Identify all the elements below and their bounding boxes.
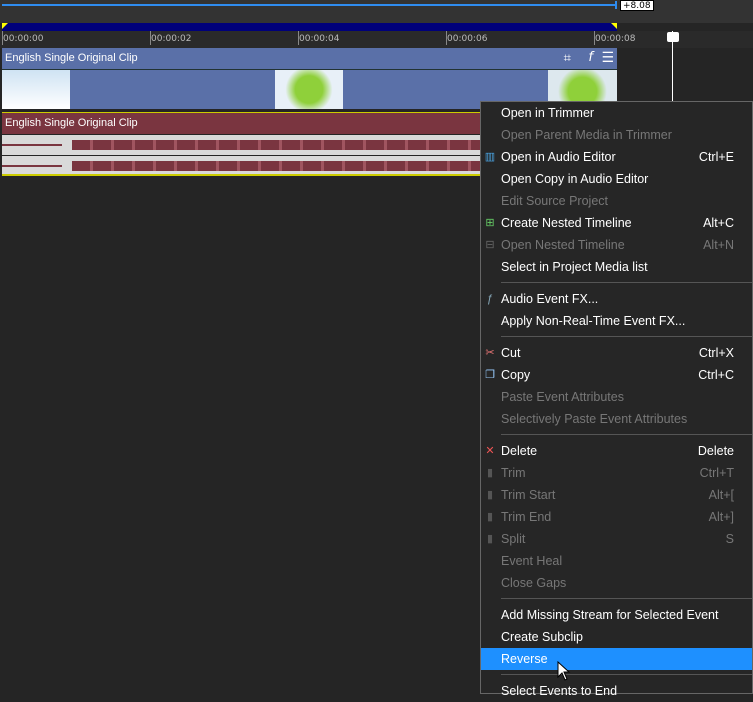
menu-separator <box>481 278 752 288</box>
audio-event-title: English Single Original Clip <box>5 117 138 129</box>
video-event-title: English Single Original Clip <box>5 52 138 64</box>
region-end-handle[interactable] <box>611 23 617 29</box>
playhead-handle[interactable] <box>667 32 679 42</box>
video-event-header[interactable]: English Single Original Clip ⌗ f ☰ <box>2 48 617 70</box>
tick-label: 00:00:00 <box>3 34 44 44</box>
menu-item-split[interactable]: ▮ Split S <box>481 528 752 550</box>
menu-item-label: Close Gaps <box>501 576 567 590</box>
menu-item-label: Create Subclip <box>501 630 583 644</box>
menu-item-shortcut: Alt+C <box>703 216 734 230</box>
menu-item-label: Open Parent Media in Trimmer <box>501 128 672 142</box>
menu-item-audio-event-fx[interactable]: ƒ Audio Event FX... <box>481 288 752 310</box>
tick-label: 00:00:04 <box>299 34 340 44</box>
menu-item-create-nested-timeline[interactable]: ⊞ Create Nested Timeline Alt+C <box>481 212 752 234</box>
menu-item-shortcut: S <box>725 532 734 546</box>
menu-item-shortcut: Ctrl+E <box>698 150 734 164</box>
menu-item-trim[interactable]: ▮ Trim Ctrl+T <box>481 462 752 484</box>
mouse-cursor-icon <box>557 660 571 684</box>
menu-item-copy[interactable]: ❐ Copy Ctrl+C <box>481 364 752 386</box>
menu-icon[interactable]: ☰ <box>601 50 614 66</box>
menu-item-edit-source-project[interactable]: Edit Source Project <box>481 190 752 212</box>
menu-item-label: Apply Non-Real-Time Event FX... <box>501 314 686 328</box>
tick-label: 00:00:06 <box>447 34 488 44</box>
menu-item-shortcut: Alt+[ <box>708 488 734 502</box>
menu-item-label: Edit Source Project <box>501 194 608 208</box>
menu-item-label: Paste Event Attributes <box>501 390 624 404</box>
scissors-icon: ✂ <box>485 347 495 359</box>
menu-item-add-missing-stream-for-selected-event[interactable]: Add Missing Stream for Selected Event <box>481 604 752 626</box>
loop-bar[interactable] <box>2 4 616 6</box>
menu-item-label: Open in Audio Editor <box>501 150 616 164</box>
menu-item-open-in-trimmer[interactable]: Open in Trimmer <box>481 102 752 124</box>
menu-item-label: Cut <box>501 346 521 360</box>
menu-item-paste-event-attributes[interactable]: Paste Event Attributes <box>481 386 752 408</box>
menu-item-select-events-to-end[interactable]: Select Events to End <box>481 680 752 702</box>
menu-item-create-subclip[interactable]: Create Subclip <box>481 626 752 648</box>
menu-item-label: Open Nested Timeline <box>501 238 625 252</box>
menu-item-label: Open in Trimmer <box>501 106 595 120</box>
menu-item-shortcut: Delete <box>697 444 734 458</box>
menu-item-label: Audio Event FX... <box>501 292 599 306</box>
crop-icon[interactable]: ⌗ <box>564 51 571 66</box>
menu-item-label: Trim Start <box>501 488 556 502</box>
menu-item-shortcut: Ctrl+X <box>698 346 734 360</box>
playhead[interactable] <box>672 31 673 111</box>
trim-end-icon: ▮ <box>486 511 494 523</box>
menu-item-label: Create Nested Timeline <box>501 216 632 230</box>
fx-icon[interactable]: f <box>588 50 593 65</box>
menu-item-cut[interactable]: ✂ Cut Ctrl+X <box>481 342 752 364</box>
menu-item-label: Copy <box>501 368 531 382</box>
loop-end-marker[interactable] <box>615 1 617 9</box>
menu-item-label: Open Copy in Audio Editor <box>501 172 649 186</box>
menu-separator <box>481 594 752 604</box>
menu-item-open-in-audio-editor[interactable]: ▥ Open in Audio Editor Ctrl+E <box>481 146 752 168</box>
region-start-handle[interactable] <box>2 23 8 29</box>
menu-item-label: Delete <box>501 444 538 458</box>
menu-item-event-heal[interactable]: Event Heal <box>481 550 752 572</box>
menu-item-trim-start[interactable]: ▮ Trim Start Alt+[ <box>481 484 752 506</box>
menu-item-shortcut: Ctrl+T <box>699 466 734 480</box>
split-icon: ▮ <box>486 533 494 545</box>
menu-item-label: Selectively Paste Event Attributes <box>501 412 688 426</box>
menu-item-selectively-paste-event-attributes[interactable]: Selectively Paste Event Attributes <box>481 408 752 430</box>
menu-item-label: Split <box>501 532 526 546</box>
audio-editor-icon: ▥ <box>484 151 496 163</box>
menu-item-select-in-project-media-list[interactable]: Select in Project Media list <box>481 256 752 278</box>
menu-item-shortcut: Alt+] <box>708 510 734 524</box>
tick-label: 00:00:02 <box>151 34 192 44</box>
menu-item-open-nested-timeline[interactable]: ⊟ Open Nested Timeline Alt+N <box>481 234 752 256</box>
fx-icon: ƒ <box>486 293 494 305</box>
menu-item-apply-non-real-time-event-fx[interactable]: Apply Non-Real-Time Event FX... <box>481 310 752 332</box>
menu-item-label: Event Heal <box>501 554 563 568</box>
menu-item-open-copy-in-audio-editor[interactable]: Open Copy in Audio Editor <box>481 168 752 190</box>
menu-item-trim-end[interactable]: ▮ Trim End Alt+] <box>481 506 752 528</box>
copy-icon: ❐ <box>485 369 495 381</box>
menu-item-label: Trim <box>501 466 526 480</box>
menu-separator <box>481 430 752 440</box>
thumbnail-gummy-bear <box>275 70 343 109</box>
delete-x-icon: ✕ <box>485 445 495 457</box>
context-menu: Open in Trimmer Open Parent Media in Trim… <box>480 101 753 698</box>
offset-label: +8.08 <box>620 0 654 11</box>
menu-item-label: Trim End <box>501 510 552 524</box>
menu-item-reverse[interactable]: Reverse <box>481 648 752 670</box>
time-ruler[interactable]: 00:00:00 00:00:02 00:00:04 00:00:06 00:0… <box>0 31 753 48</box>
menu-item-delete[interactable]: ✕ Delete Delete <box>481 440 752 462</box>
menu-item-label: Add Missing Stream for Selected Event <box>501 608 719 622</box>
menu-item-label: Select in Project Media list <box>501 260 648 274</box>
menu-separator <box>481 670 752 680</box>
menu-item-close-gaps[interactable]: Close Gaps <box>481 572 752 594</box>
loop-region[interactable] <box>2 23 617 31</box>
menu-item-shortcut: Alt+N <box>703 238 734 252</box>
trim-start-icon: ▮ <box>486 489 494 501</box>
tick-label: 00:00:08 <box>595 34 636 44</box>
menu-item-label: Reverse <box>501 652 548 666</box>
menu-separator <box>481 332 752 342</box>
trim-icon: ▮ <box>486 467 494 479</box>
thumbnail-microphone <box>2 70 70 109</box>
nested-timeline-icon: ⊟ <box>485 239 495 251</box>
menu-item-shortcut: Ctrl+C <box>698 368 734 382</box>
menu-item-open-parent-media-in-trimmer[interactable]: Open Parent Media in Trimmer <box>481 124 752 146</box>
nested-timeline-add-icon: ⊞ <box>485 217 495 229</box>
